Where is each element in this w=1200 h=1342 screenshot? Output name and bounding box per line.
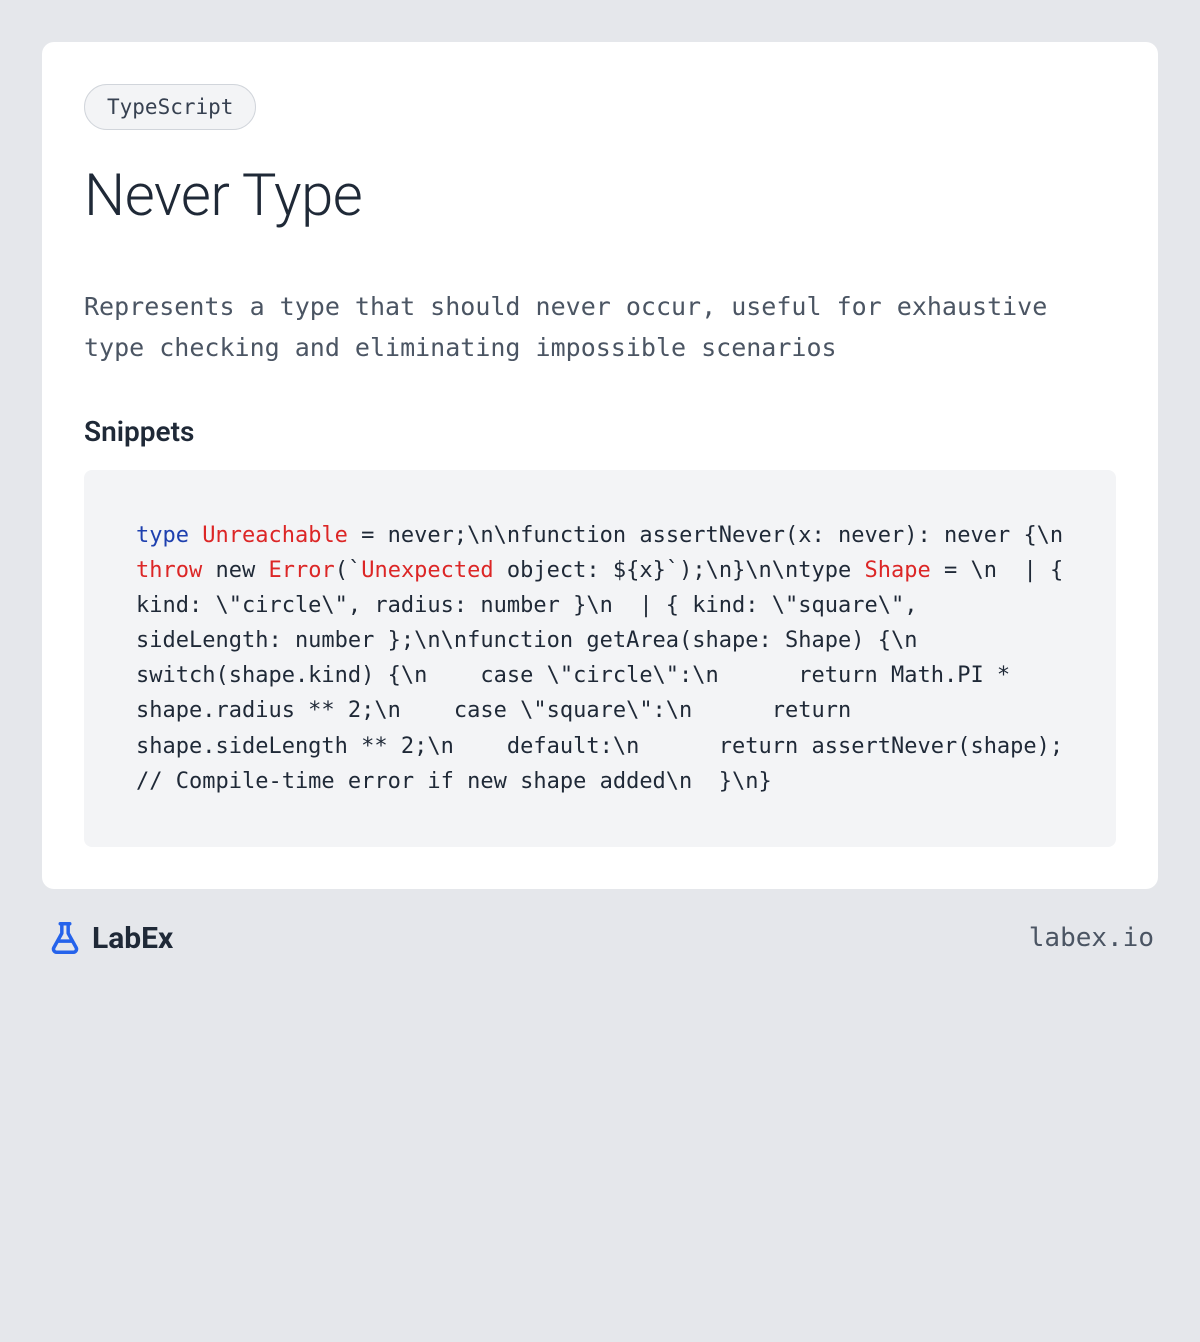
- code-keyword: type: [136, 523, 189, 548]
- page-title: Never Type: [84, 162, 1116, 230]
- code-keyword: throw: [136, 558, 202, 583]
- brand-name: LabEx: [92, 921, 173, 956]
- language-tag: TypeScript: [84, 84, 256, 130]
- code-text: (`: [335, 558, 362, 583]
- footer-url: labex.io: [1029, 923, 1154, 953]
- code-text: = never;\n\nfunction assertNever(x: neve…: [348, 523, 1090, 548]
- brand-logo: LabEx: [46, 919, 173, 957]
- code-snippet-block: type Unreachable = never;\n\nfunction as…: [84, 470, 1116, 848]
- code-type: Shape: [865, 558, 931, 583]
- code-text: new: [202, 558, 268, 583]
- code-text: Unexpected: [361, 558, 493, 583]
- content-card: TypeScript Never Type Represents a type …: [42, 42, 1158, 889]
- code-text: = \n | { kind: \"circle\", radius: numbe…: [136, 558, 1076, 794]
- code-type: Error: [268, 558, 334, 583]
- page-footer: LabEx labex.io: [42, 919, 1158, 957]
- code-content: type Unreachable = never;\n\nfunction as…: [136, 518, 1064, 800]
- code-type: Unreachable: [202, 523, 348, 548]
- description-text: Represents a type that should never occu…: [84, 286, 1116, 369]
- snippets-heading: Snippets: [84, 415, 1116, 448]
- code-text: object: ${x}`);\n}\n\ntype: [494, 558, 865, 583]
- flask-icon: [46, 919, 84, 957]
